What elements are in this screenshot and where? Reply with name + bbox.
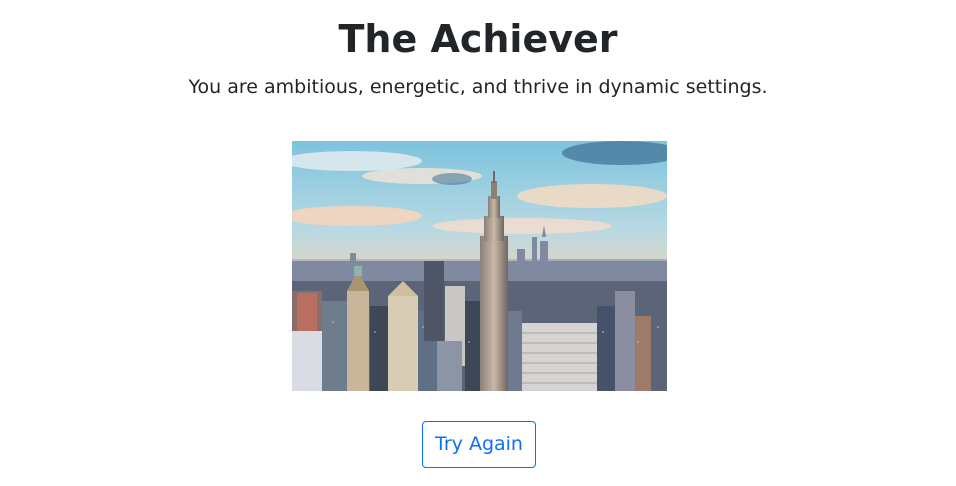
result-page: The Achiever You are ambitious, energeti… xyxy=(0,0,956,486)
city-skyline-image xyxy=(292,141,667,391)
try-again-button[interactable]: Try Again xyxy=(422,421,536,468)
result-title: The Achiever xyxy=(338,17,618,61)
result-description: You are ambitious, energetic, and thrive… xyxy=(188,76,768,98)
